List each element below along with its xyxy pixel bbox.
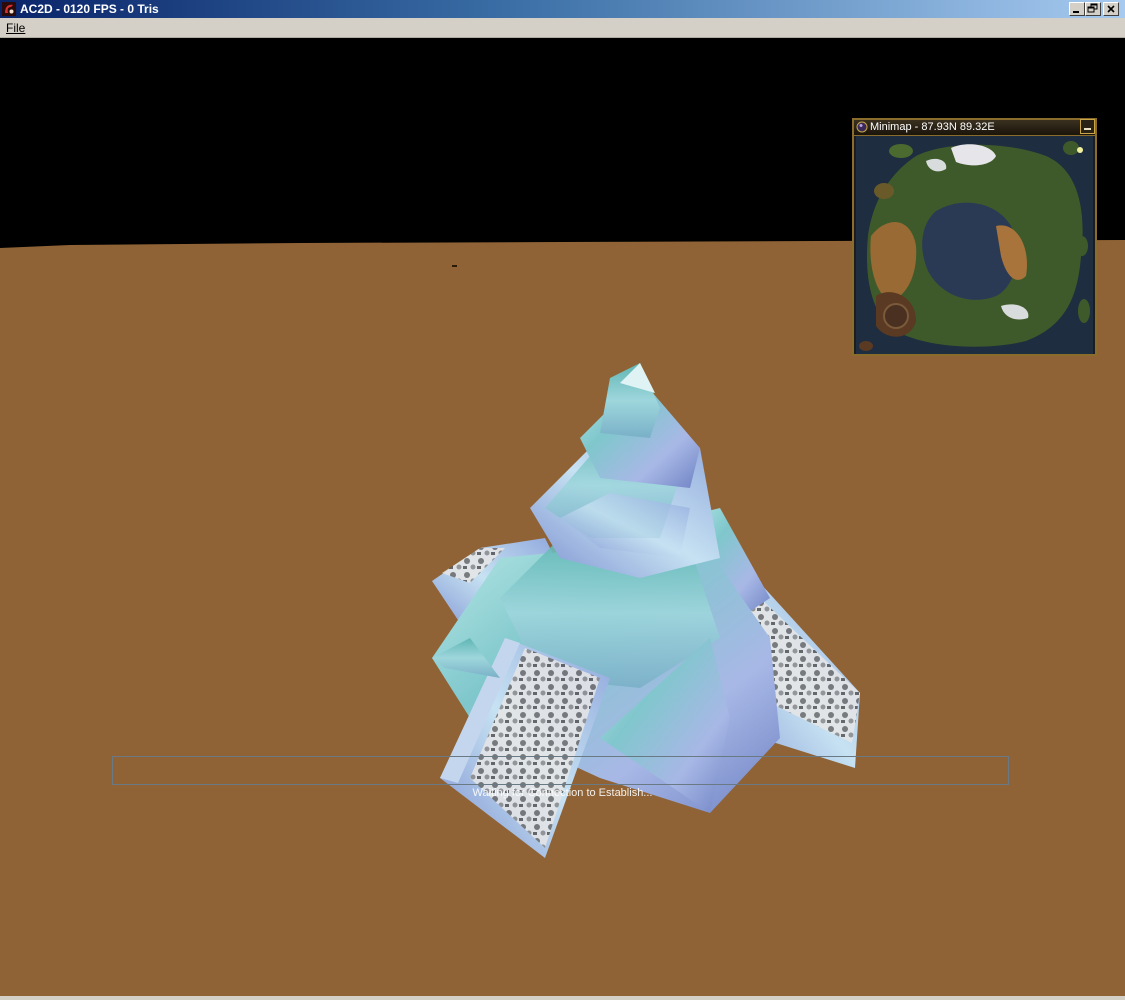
minimize-icon bbox=[1073, 11, 1079, 13]
status-message: Waiting for Connection to Establish... bbox=[472, 787, 653, 799]
orb-icon bbox=[856, 121, 868, 133]
window-bottom-border bbox=[0, 996, 1125, 1000]
menu-file[interactable]: File bbox=[6, 21, 25, 35]
restore-button[interactable] bbox=[1085, 2, 1101, 16]
window-title-bar[interactable]: AC2D - 0120 FPS - 0 Tris bbox=[0, 0, 1125, 18]
close-icon bbox=[1107, 5, 1115, 13]
game-viewport[interactable]: Minimap - 87.93N 89.32E Waiting for Conn… bbox=[0, 38, 1125, 996]
minimap-map[interactable] bbox=[856, 136, 1093, 354]
app-icon bbox=[2, 2, 16, 16]
minimize-button[interactable] bbox=[1069, 2, 1085, 16]
window-title: AC2D - 0120 FPS - 0 Tris bbox=[20, 2, 159, 16]
minimap-panel[interactable]: Minimap - 87.93N 89.32E bbox=[852, 118, 1097, 356]
restore-icon bbox=[1087, 3, 1098, 13]
close-button[interactable] bbox=[1103, 2, 1119, 16]
status-bar-frame bbox=[112, 756, 1009, 785]
minimap-title: Minimap - 87.93N 89.32E bbox=[870, 121, 995, 133]
ground-marker bbox=[452, 265, 457, 267]
menu-bar: File bbox=[0, 18, 1125, 38]
minimap-minimize-button[interactable] bbox=[1080, 119, 1095, 134]
minimap-title-bar[interactable]: Minimap - 87.93N 89.32E bbox=[854, 119, 1095, 136]
